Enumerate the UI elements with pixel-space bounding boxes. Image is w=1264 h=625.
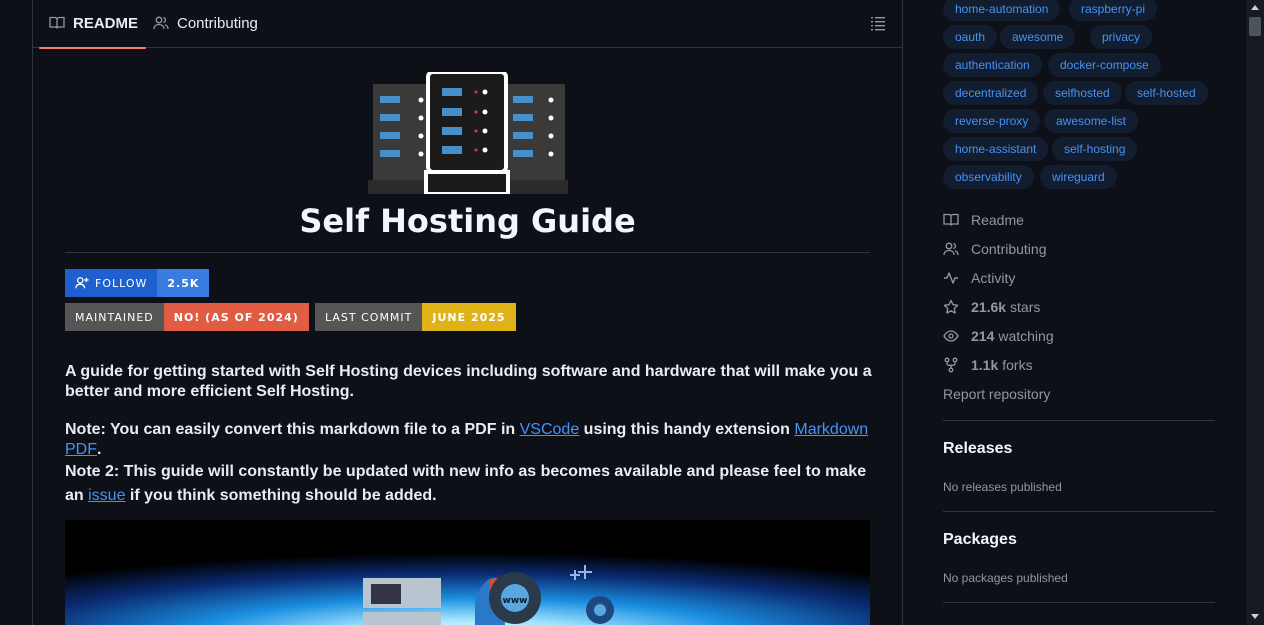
sidebar-watching-link[interactable]: 214 watching xyxy=(943,325,1054,347)
packages-heading[interactable]: Packages xyxy=(943,531,1017,549)
topic-tag[interactable]: selfhosted xyxy=(1043,81,1122,105)
hero-illustration: www xyxy=(65,520,870,625)
topic-tag[interactable]: raspberry-pi xyxy=(1069,0,1158,21)
last-commit-badge-value: JUNE 2025 xyxy=(422,303,516,331)
topic-tag[interactable]: awesome xyxy=(1000,25,1076,49)
sidebar-contributing-link[interactable]: Contributing xyxy=(943,238,1047,260)
stars-count: 21.6k xyxy=(971,299,1007,315)
topic-tag[interactable]: wireguard xyxy=(1040,165,1117,189)
vscode-link[interactable]: VSCode xyxy=(520,421,580,438)
topic-tag[interactable]: authentication xyxy=(943,53,1042,77)
topic-tag[interactable]: decentralized xyxy=(943,81,1039,105)
tab-readme[interactable]: README xyxy=(39,0,147,49)
people-icon xyxy=(943,242,959,256)
topic-tag[interactable]: awesome-list xyxy=(1044,109,1139,133)
hero-www-text: www xyxy=(503,596,528,606)
packages-empty-text: No packages published xyxy=(943,571,1068,585)
scroll-up-arrow[interactable] xyxy=(1251,5,1259,10)
note2-text-end: if you think something should be added. xyxy=(125,487,437,504)
topic-tag[interactable]: docker-compose xyxy=(1048,53,1161,77)
report-repository-link[interactable]: Report repository xyxy=(943,383,1050,405)
topic-tag[interactable]: observability xyxy=(943,165,1034,189)
scrollbar-thumb[interactable] xyxy=(1249,17,1261,36)
stars-label: stars xyxy=(1010,299,1041,315)
note-text-end: . xyxy=(97,441,102,458)
sidebar-activity-label: Activity xyxy=(971,270,1016,286)
topic-tag[interactable]: home-automation xyxy=(943,0,1061,21)
server-rack-illustration xyxy=(368,72,568,194)
book-icon xyxy=(49,16,65,29)
intro-paragraph: A guide for getting started with Self Ho… xyxy=(65,363,872,400)
people-icon xyxy=(153,16,169,30)
note-text: Note: You can easily convert this markdo… xyxy=(65,421,520,438)
sidebar-contributing-label: Contributing xyxy=(971,241,1047,257)
scroll-down-arrow[interactable] xyxy=(1251,614,1259,619)
forks-count: 1.1k xyxy=(971,357,999,373)
maintained-badge[interactable]: MAINTAINED NO! (AS OF 2024) xyxy=(65,303,309,331)
readme-panel: README Contributing Self Hosting Guide F… xyxy=(32,0,903,625)
topic-tag[interactable]: privacy xyxy=(1090,25,1153,49)
add-person-icon xyxy=(75,277,89,289)
topic-tag[interactable]: home-assistant xyxy=(943,137,1049,161)
topic-tag[interactable]: reverse-proxy xyxy=(943,109,1041,133)
note-paragraph: Note: You can easily convert this markdo… xyxy=(65,420,875,460)
maintained-badge-value: NO! (AS OF 2024) xyxy=(163,303,309,331)
star-icon xyxy=(943,299,959,314)
last-commit-badge-label: LAST COMMIT xyxy=(315,303,423,331)
maintained-badge-label: MAINTAINED xyxy=(65,303,164,331)
tab-contributing-label: Contributing xyxy=(177,14,258,32)
tab-readme-label: README xyxy=(73,14,139,32)
page-scrollbar[interactable] xyxy=(1246,0,1264,625)
active-tab-indicator xyxy=(39,47,147,49)
issue-link[interactable]: issue xyxy=(88,487,125,504)
sidebar-readme-label: Readme xyxy=(971,212,1024,228)
readme-title: Self Hosting Guide xyxy=(299,202,636,240)
topic-tag[interactable]: self-hosted xyxy=(1125,81,1208,105)
sidebar-readme-link[interactable]: Readme xyxy=(943,209,1024,231)
hero-image: www xyxy=(65,520,870,625)
report-repository-label: Report repository xyxy=(943,386,1051,402)
readme-tabbar: README Contributing xyxy=(33,0,902,49)
pulse-icon xyxy=(944,272,958,284)
last-commit-badge[interactable]: LAST COMMIT JUNE 2025 xyxy=(315,303,516,331)
topic-tag[interactable]: self-hosting xyxy=(1052,137,1138,161)
releases-heading[interactable]: Releases xyxy=(943,440,1012,458)
sidebar-activity-link[interactable]: Activity xyxy=(943,267,1015,289)
book-icon xyxy=(943,213,959,226)
sidebar-forks-link[interactable]: 1.1k forks xyxy=(943,354,1033,376)
sidebar-divider xyxy=(943,602,1215,603)
watching-label: watching xyxy=(998,328,1054,344)
topic-tag[interactable]: oauth xyxy=(943,25,998,49)
sidebar-stars-link[interactable]: 21.6k stars xyxy=(943,296,1040,318)
follow-badge[interactable]: FOLLOW 2.5K xyxy=(65,269,210,297)
note-text-mid: using this handy extension xyxy=(579,421,795,438)
watching-count: 214 xyxy=(971,328,995,344)
follow-badge-label: FOLLOW xyxy=(95,276,148,290)
eye-icon xyxy=(943,330,959,342)
sidebar-divider xyxy=(943,420,1215,421)
sidebar-divider xyxy=(943,511,1215,512)
follow-badge-count: 2.5K xyxy=(157,269,210,297)
title-divider xyxy=(65,252,870,253)
forks-label: forks xyxy=(1002,357,1033,373)
tab-contributing[interactable]: Contributing xyxy=(153,0,258,48)
note2-paragraph: Note 2: This guide will constantly be up… xyxy=(65,460,875,508)
fork-icon xyxy=(944,357,958,373)
outline-list-icon[interactable] xyxy=(870,15,886,31)
releases-empty-text: No releases published xyxy=(943,480,1062,494)
